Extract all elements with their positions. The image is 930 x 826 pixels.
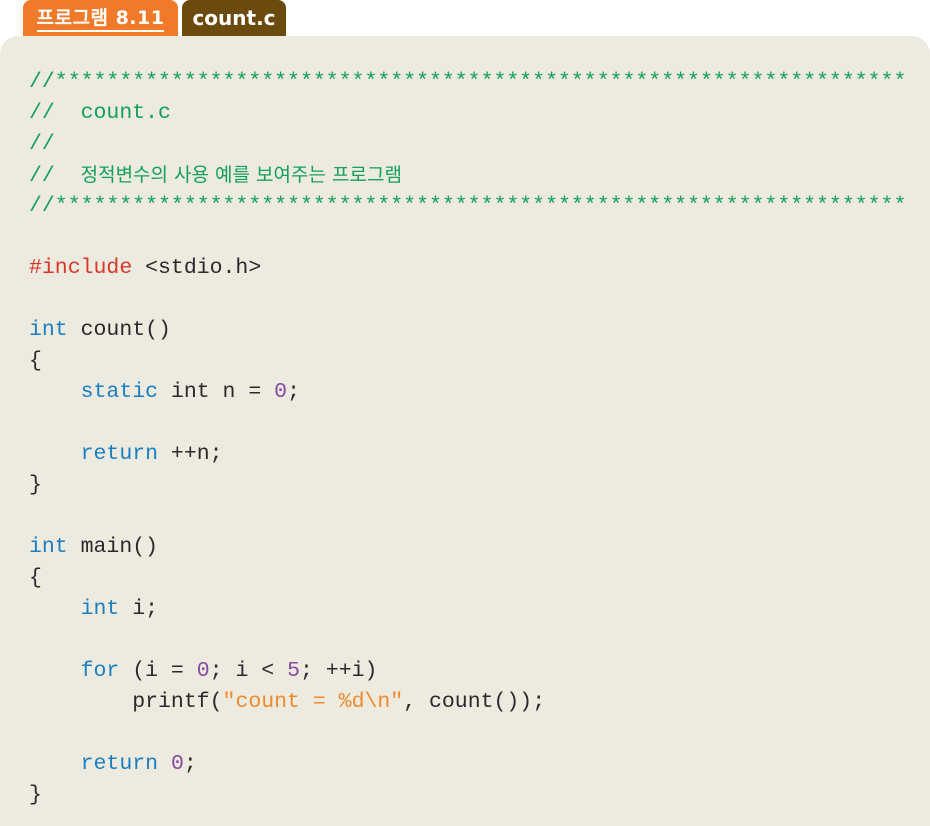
code-text: ; i < xyxy=(209,659,288,683)
code-text: (i = xyxy=(119,659,197,683)
code-line: { xyxy=(29,349,42,373)
function-signature: count() xyxy=(67,318,171,342)
number-literal: 5 xyxy=(287,659,300,683)
include-header: <stdio.h> xyxy=(132,256,262,280)
keyword: int xyxy=(29,535,68,559)
code-line: } xyxy=(29,473,42,497)
code-line: { xyxy=(29,566,42,590)
code-line: return ++n; xyxy=(29,439,906,470)
program-number-tab: 프로그램 8.11 xyxy=(23,0,178,58)
code-listing: //**************************************… xyxy=(29,67,906,811)
keyword: return xyxy=(80,752,159,776)
code-line: } xyxy=(29,783,42,807)
number-literal: 0 xyxy=(170,752,184,776)
function-signature: main() xyxy=(67,535,159,559)
code-text: ; xyxy=(183,752,197,776)
comment-line: // count.c xyxy=(29,101,171,125)
code-text: , count()); xyxy=(403,690,546,714)
comment-prefix: // xyxy=(29,164,81,188)
keyword: int xyxy=(29,318,68,342)
program-number-label: 프로그램 8.11 xyxy=(36,7,165,32)
file-name-tab: count.c xyxy=(182,0,286,36)
number-literal: 0 xyxy=(196,659,210,683)
code-text: printf( xyxy=(132,690,223,714)
comment-line: //**************************************… xyxy=(29,194,907,218)
code-text: ; xyxy=(287,380,300,404)
comment-line: // xyxy=(29,132,55,156)
code-text: i; xyxy=(119,597,159,621)
keyword: return xyxy=(80,442,159,466)
comment-line: //**************************************… xyxy=(29,70,907,94)
preprocessor-directive: #include xyxy=(29,256,133,280)
code-line: for (i = 0; i < 5; ++i) xyxy=(29,656,906,687)
code-line: #include <stdio.h> xyxy=(29,253,906,284)
string-literal: "count = %d\n" xyxy=(222,690,404,714)
code-text: ++n; xyxy=(158,442,223,466)
code-line: return 0; xyxy=(29,749,906,780)
code-line: int i; xyxy=(29,594,906,625)
keyword: for xyxy=(80,659,120,683)
code-text: ; ++i) xyxy=(299,659,378,683)
comment-description: 정적변수의 사용 예를 보여주는 프로그램 xyxy=(80,164,402,186)
comment-line: // 정적변수의 사용 예를 보여주는 프로그램 xyxy=(29,160,906,191)
code-line: int main() xyxy=(29,532,906,563)
number-literal: 0 xyxy=(274,380,288,404)
code-line: static int n = 0; xyxy=(29,377,906,408)
keyword: static xyxy=(80,380,159,404)
keyword: int xyxy=(80,597,120,621)
code-line: printf("count = %d\n", count()); xyxy=(29,687,906,718)
code-text: int n = xyxy=(158,380,275,404)
code-line: int count() xyxy=(29,315,906,346)
